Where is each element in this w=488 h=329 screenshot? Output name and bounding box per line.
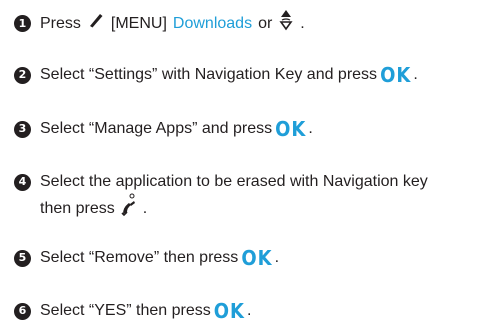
step-4-text-line1: Select the application to be erased with… [40,173,428,190]
step-number-3: 3 [14,120,31,138]
step-5-text: Select “Remove” then press [40,249,239,266]
step-4-end: . [142,199,148,217]
step-number-5: 5 [14,249,31,267]
step-2-end: . [413,66,418,83]
step-2: 2 Select “Settings” with Navigation Key … [14,64,476,86]
ok-key-label: OK [241,246,273,270]
step-1-menu: [MENU] [110,14,167,32]
step-6-end: . [247,302,252,319]
step-1-end: . [300,14,305,32]
step-3-end: . [308,120,313,137]
navigation-up-down-icon [278,9,294,38]
step-5-end: . [274,249,280,266]
step-number-1: 1 [14,15,31,32]
send-call-key-icon [121,193,137,224]
step-number-2: 2 [14,66,31,84]
step-3-text: Select “Manage Apps” and press [40,120,273,137]
step-number-4: 4 [14,173,31,191]
step-6: 6 Select “YES” then press OK . [14,300,476,322]
step-2-text: Select “Settings” with Navigation Key an… [40,66,378,83]
step-6-text: Select “YES” then press [40,302,211,319]
instruction-page: 1 Press [MENU] Downloads or . 2 Select “… [0,0,488,329]
step-4-text-line2: then press [40,199,115,217]
step-4: 4 Select the application to be erased wi… [14,171,476,224]
ok-key-label: OK [275,117,307,141]
step-1-downloads: Downloads [172,14,253,32]
ok-key-label: OK [213,299,245,323]
pen-soft-key-icon [87,11,105,36]
step-number-6: 6 [14,302,31,320]
step-1-or: or [258,14,273,32]
step-1: 1 Press [MENU] Downloads or . [14,9,476,38]
ok-key-label: OK [380,63,412,87]
step-1-press: Press [40,14,81,32]
step-5: 5 Select “Remove” then press OK . [14,247,476,269]
step-3: 3 Select “Manage Apps” and press OK . [14,118,476,140]
